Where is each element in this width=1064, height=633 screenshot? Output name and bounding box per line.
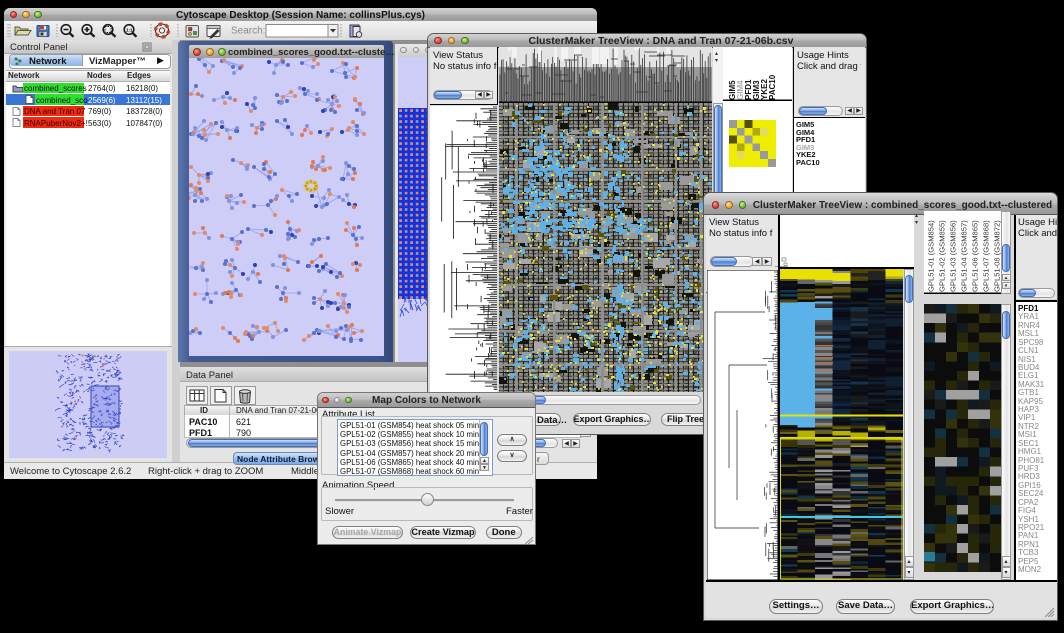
- svg-text:GPL51-02 (GSM855): GPL51-02 (GSM855): [938, 220, 947, 292]
- svg-text:Search:: Search:: [231, 26, 265, 37]
- svg-text:GPL51-01 (GSM854): GPL51-01 (GSM854): [927, 220, 936, 292]
- svg-text:PAC10: PAC10: [768, 74, 777, 100]
- svg-text:GPL51-07 (GSM868): GPL51-07 (GSM868): [982, 220, 991, 292]
- svg-text:1:1: 1:1: [126, 28, 133, 33]
- svg-text:GPL51-03 (GSM856): GPL51-03 (GSM856): [949, 220, 958, 292]
- svg-text:GPL51-06 (GSM865): GPL51-06 (GSM865): [971, 220, 980, 292]
- svg-text:GPL51-08 (GSM872): GPL51-08 (GSM872): [993, 220, 1002, 292]
- svg-text:GPL51-04 (GSM857): GPL51-04 (GSM857): [960, 220, 969, 292]
